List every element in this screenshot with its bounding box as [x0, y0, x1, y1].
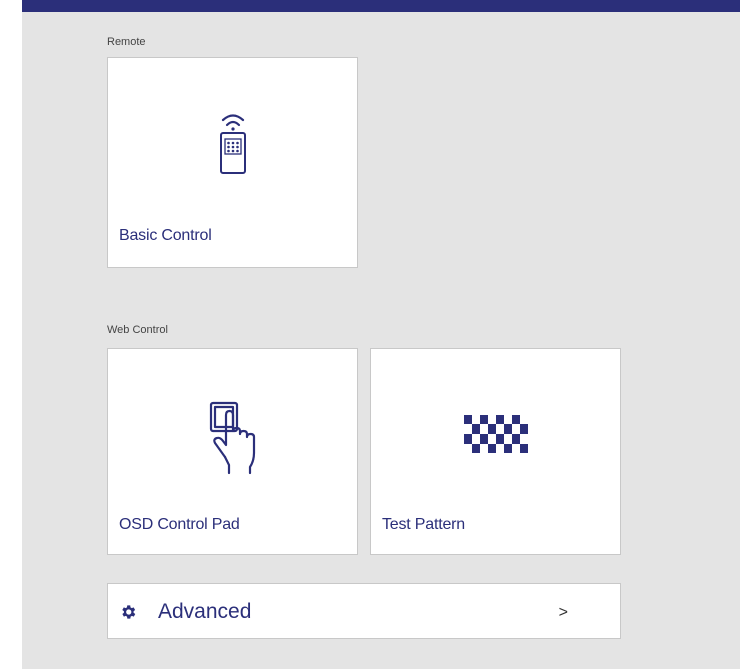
advanced-button[interactable]: Advanced >	[107, 583, 621, 639]
basic-control-tile[interactable]: Basic Control	[107, 57, 358, 268]
test-pattern-tile[interactable]: Test Pattern	[370, 348, 621, 555]
remote-control-icon	[218, 110, 248, 185]
section-label-web-control: Web Control	[107, 324, 168, 336]
basic-control-label: Basic Control	[119, 227, 212, 244]
test-pattern-label: Test Pattern	[382, 516, 465, 533]
osd-control-pad-label: OSD Control Pad	[119, 516, 240, 533]
section-label-remote: Remote	[107, 36, 146, 48]
gear-icon	[119, 603, 137, 626]
chevron-right-icon: >	[558, 604, 568, 621]
touch-pad-icon	[207, 399, 259, 480]
advanced-label: Advanced	[158, 600, 252, 623]
osd-control-pad-tile[interactable]: OSD Control Pad	[107, 348, 358, 555]
checkerboard-icon	[463, 415, 528, 458]
top-header-bar	[22, 0, 740, 12]
